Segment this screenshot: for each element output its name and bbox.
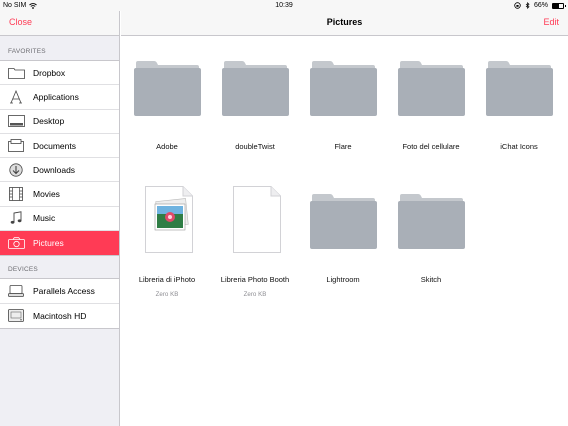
sidebar-item-dropbox[interactable]: Dropbox xyxy=(0,61,119,86)
item-name: Lightroom xyxy=(326,275,360,284)
battery-icon xyxy=(552,2,566,9)
item-name: Libreria di iPhoto xyxy=(138,275,196,284)
downloads-icon xyxy=(7,163,25,177)
item-name: Skitch xyxy=(420,275,442,284)
clock: 10:39 xyxy=(275,2,293,9)
document-icon xyxy=(233,186,281,253)
sidebar-item-applications[interactable]: Applications xyxy=(0,85,119,110)
edit-button[interactable]: Edit xyxy=(543,17,559,27)
file-item-libreria-photo-booth[interactable]: Libreria Photo Booth Zero KB xyxy=(210,169,300,298)
hard-drive-icon xyxy=(7,309,25,323)
folder-thumb xyxy=(122,36,212,136)
sidebar-item-macintosh-hd[interactable]: Macintosh HD xyxy=(0,304,119,328)
folder-item-ichat-icons[interactable]: iChat Icons xyxy=(474,36,564,151)
folder-item-foto-del-cellulare[interactable]: Foto del cellulare xyxy=(386,36,476,151)
sidebar-item-pictures[interactable]: Pictures xyxy=(0,231,119,256)
folder-icon xyxy=(222,61,289,116)
folder-item-adobe[interactable]: Adobe xyxy=(122,36,212,151)
item-name: Foto del cellulare xyxy=(402,142,460,151)
folder-thumb xyxy=(386,169,476,269)
camera-icon xyxy=(7,236,25,250)
orientation-lock-icon xyxy=(514,2,521,9)
folder-thumb xyxy=(210,36,300,136)
main-panel: Pictures Edit Adobe doubleTwist Flare Fo… xyxy=(121,11,568,426)
folder-icon xyxy=(310,61,377,116)
item-name: Adobe xyxy=(156,142,178,151)
folder-icon xyxy=(134,61,201,116)
sidebar-item-movies[interactable]: Movies xyxy=(0,182,119,207)
applications-icon xyxy=(7,89,25,104)
bluetooth-icon xyxy=(525,2,530,9)
sidebar-item-documents[interactable]: Documents xyxy=(0,134,119,159)
folder-item-skitch[interactable]: Skitch xyxy=(386,169,476,284)
devices-list: Parallels Access Macintosh HD xyxy=(0,278,119,329)
sidebar-item-label: Movies xyxy=(33,189,60,200)
file-item-libreria-di-iphoto[interactable]: Libreria di iPhoto Zero KB xyxy=(122,169,212,298)
music-icon xyxy=(7,211,25,225)
sidebar-item-label: Applications xyxy=(33,91,79,102)
sidebar-item-label: Dropbox xyxy=(33,67,66,78)
folder-thumb xyxy=(386,36,476,136)
item-size: Zero KB xyxy=(243,291,267,298)
sidebar-item-label: Desktop xyxy=(33,116,65,127)
battery-percent: 66% xyxy=(533,2,548,9)
item-name: Flare xyxy=(334,142,352,151)
sidebar-item-desktop[interactable]: Desktop xyxy=(0,110,119,134)
sidebar-header: Close xyxy=(0,11,119,36)
item-name: Libreria Photo Booth xyxy=(220,275,290,284)
sidebar-item-downloads[interactable]: Downloads xyxy=(0,158,119,183)
item-size: Zero KB xyxy=(155,291,179,298)
status-right: 66% xyxy=(514,0,566,11)
sidebar-item-label: Music xyxy=(33,213,56,224)
folder-icon xyxy=(310,194,377,249)
status-bar: No SIM 10:39 66% xyxy=(0,0,568,11)
folder-item-lightroom[interactable]: Lightroom xyxy=(298,169,388,284)
file-thumb xyxy=(210,169,300,269)
folder-icon xyxy=(486,61,553,116)
desktop-icon xyxy=(7,114,25,128)
favorites-list: Dropbox Applications Desktop Documents D… xyxy=(0,60,119,257)
main-header: Pictures Edit xyxy=(121,11,568,36)
sidebar-item-label: Macintosh HD xyxy=(33,310,87,321)
sidebar-item-label: Parallels Access xyxy=(33,286,95,297)
file-thumb xyxy=(122,169,212,269)
folder-icon xyxy=(7,66,25,80)
folder-icon xyxy=(398,194,465,249)
folder-icon xyxy=(398,61,465,116)
sidebar-item-label: Documents xyxy=(33,140,76,151)
film-icon xyxy=(7,187,25,202)
item-name: iChat Icons xyxy=(500,142,538,151)
page-title: Pictures xyxy=(326,17,363,27)
favorites-heading: FAVORITES xyxy=(8,48,46,55)
sidebar-item-label: Downloads xyxy=(33,164,76,175)
folder-item-doubletwist[interactable]: doubleTwist xyxy=(210,36,300,151)
sidebar-item-parallels-access[interactable]: Parallels Access xyxy=(0,279,119,304)
folder-thumb xyxy=(298,36,388,136)
sidebar: Close FAVORITES Dropbox Applications Des… xyxy=(0,11,120,426)
folder-thumb xyxy=(298,169,388,269)
close-button[interactable]: Close xyxy=(9,17,32,27)
sidebar-item-label: Pictures xyxy=(33,238,64,249)
iphoto-library-icon xyxy=(145,186,193,253)
sidebar-item-music[interactable]: Music xyxy=(0,207,119,232)
item-name: doubleTwist xyxy=(235,142,275,151)
hard-drive-icon xyxy=(7,284,25,298)
folder-item-flare[interactable]: Flare xyxy=(298,36,388,151)
documents-icon xyxy=(7,139,25,153)
devices-heading: DEVICES xyxy=(8,266,38,274)
folder-thumb xyxy=(474,36,564,136)
